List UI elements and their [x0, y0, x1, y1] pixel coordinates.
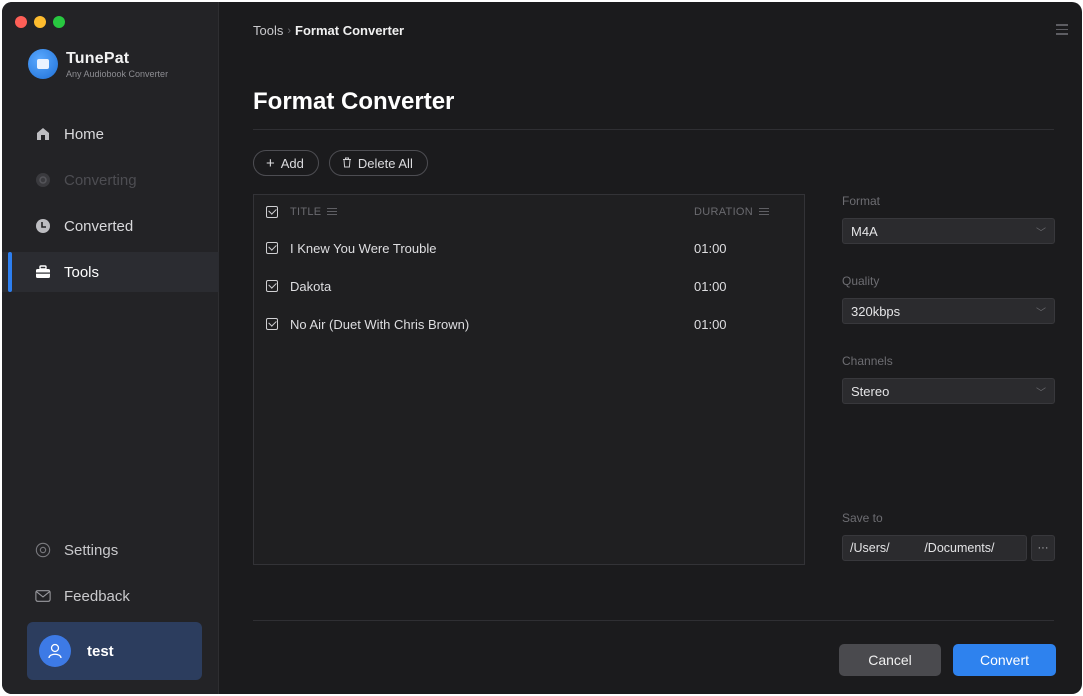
chevron-down-icon: ﹀: [1036, 387, 1046, 399]
track-title: I Knew You Were Trouble: [290, 240, 437, 256]
table-row[interactable]: No Air (Duet With Chris Brown) 01:00: [254, 305, 804, 343]
column-header-duration[interactable]: DURATION: [694, 206, 753, 218]
user-card[interactable]: test: [27, 622, 202, 680]
page-title: Format Converter: [253, 88, 455, 115]
user-name: test: [87, 642, 114, 660]
save-to-section: Save to /Users/ /Documents/ ···: [842, 511, 1055, 561]
quality-select[interactable]: 320kbps ﹀: [842, 298, 1055, 324]
table-row[interactable]: Dakota 01:00: [254, 267, 804, 305]
sidebar-item-label: Settings: [64, 541, 119, 559]
sort-icon[interactable]: [759, 207, 770, 217]
close-window-button[interactable]: [15, 16, 27, 28]
zoom-window-button[interactable]: [53, 16, 65, 28]
toolbar: + Add Delete All: [253, 150, 428, 176]
sidebar-nav: Home Converting Converted Tools: [2, 114, 219, 298]
breadcrumb: Tools › Format Converter: [253, 23, 404, 38]
channels-select[interactable]: Stereo ﹀: [842, 378, 1055, 404]
track-table: TITLE DURATION I Knew You Were Trouble 0…: [253, 194, 805, 565]
toolbox-icon: [35, 264, 51, 280]
sidebar-item-settings[interactable]: Settings: [2, 530, 219, 570]
table-row[interactable]: I Knew You Were Trouble 01:00: [254, 229, 804, 267]
row-checkbox[interactable]: [266, 318, 278, 330]
cancel-button[interactable]: Cancel: [839, 644, 941, 676]
brand-subtitle: Any Audiobook Converter: [66, 68, 169, 79]
track-duration: 01:00: [694, 240, 727, 256]
channels-label: Channels: [842, 354, 893, 368]
app-logo-icon: [28, 49, 58, 79]
brand: TunePat Any Audiobook Converter: [28, 49, 168, 79]
clock-icon: [35, 218, 51, 234]
delete-all-button[interactable]: Delete All: [328, 150, 428, 176]
sidebar-item-label: Tools: [64, 263, 100, 281]
column-header-title[interactable]: TITLE: [290, 206, 321, 218]
save-path-field[interactable]: /Users/ /Documents/: [842, 535, 1027, 561]
select-all-checkbox[interactable]: [266, 206, 278, 218]
menu-icon[interactable]: [1056, 24, 1068, 38]
user-icon: [39, 635, 71, 667]
sidebar-item-converted[interactable]: Converted: [2, 206, 219, 246]
minimize-window-button[interactable]: [34, 16, 46, 28]
track-title: Dakota: [290, 278, 332, 294]
browse-button[interactable]: ···: [1031, 535, 1055, 561]
sidebar-item-label: Home: [64, 125, 105, 143]
track-duration: 01:00: [694, 278, 727, 294]
output-settings-panel: Format M4A ﹀ Quality 320kbps ﹀ Channels …: [842, 194, 1055, 434]
format-select[interactable]: M4A ﹀: [842, 218, 1055, 244]
table-header: TITLE DURATION: [254, 195, 804, 229]
format-value: M4A: [851, 223, 878, 239]
breadcrumb-separator: ›: [287, 24, 292, 37]
row-checkbox[interactable]: [266, 280, 278, 292]
format-label: Format: [842, 194, 881, 208]
header-divider: [253, 129, 1054, 130]
row-checkbox[interactable]: [266, 242, 278, 254]
add-button-label: Add: [280, 155, 304, 171]
track-duration: 01:00: [694, 316, 727, 332]
delete-all-button-label: Delete All: [357, 155, 413, 171]
sort-icon[interactable]: [327, 207, 338, 217]
breadcrumb-current: Format Converter: [295, 23, 405, 38]
gear-icon: [35, 542, 51, 558]
main-content: Tools › Format Converter Format Converte…: [220, 2, 1082, 694]
sidebar-item-feedback[interactable]: Feedback: [2, 576, 219, 616]
sidebar-item-label: Converting: [64, 171, 137, 189]
app-window: TunePat Any Audiobook Converter Home Con…: [2, 2, 1082, 694]
converting-icon: [35, 172, 51, 188]
sidebar-item-converting[interactable]: Converting: [2, 160, 219, 200]
sidebar-item-home[interactable]: Home: [2, 114, 219, 154]
mail-icon: [35, 588, 51, 604]
add-button[interactable]: + Add: [253, 150, 319, 176]
footer-divider: [253, 620, 1054, 621]
plus-icon: +: [266, 154, 275, 172]
home-icon: [35, 126, 51, 142]
quality-label: Quality: [842, 274, 880, 288]
trash-icon: [342, 156, 352, 171]
chevron-down-icon: ﹀: [1036, 227, 1046, 239]
sidebar: TunePat Any Audiobook Converter Home Con…: [2, 2, 219, 694]
sidebar-item-label: Converted: [64, 217, 134, 235]
sidebar-bottom-nav: Settings Feedback: [2, 530, 219, 622]
chevron-down-icon: ﹀: [1036, 307, 1046, 319]
brand-name: TunePat: [66, 49, 130, 67]
convert-button[interactable]: Convert: [953, 644, 1056, 676]
quality-value: 320kbps: [851, 303, 901, 319]
sidebar-item-tools[interactable]: Tools: [2, 252, 219, 292]
channels-value: Stereo: [851, 383, 890, 399]
sidebar-item-label: Feedback: [64, 587, 130, 605]
track-title: No Air (Duet With Chris Brown): [290, 316, 470, 332]
window-controls: [15, 16, 65, 28]
breadcrumb-parent[interactable]: Tools: [253, 23, 283, 38]
save-to-label: Save to: [842, 511, 883, 525]
